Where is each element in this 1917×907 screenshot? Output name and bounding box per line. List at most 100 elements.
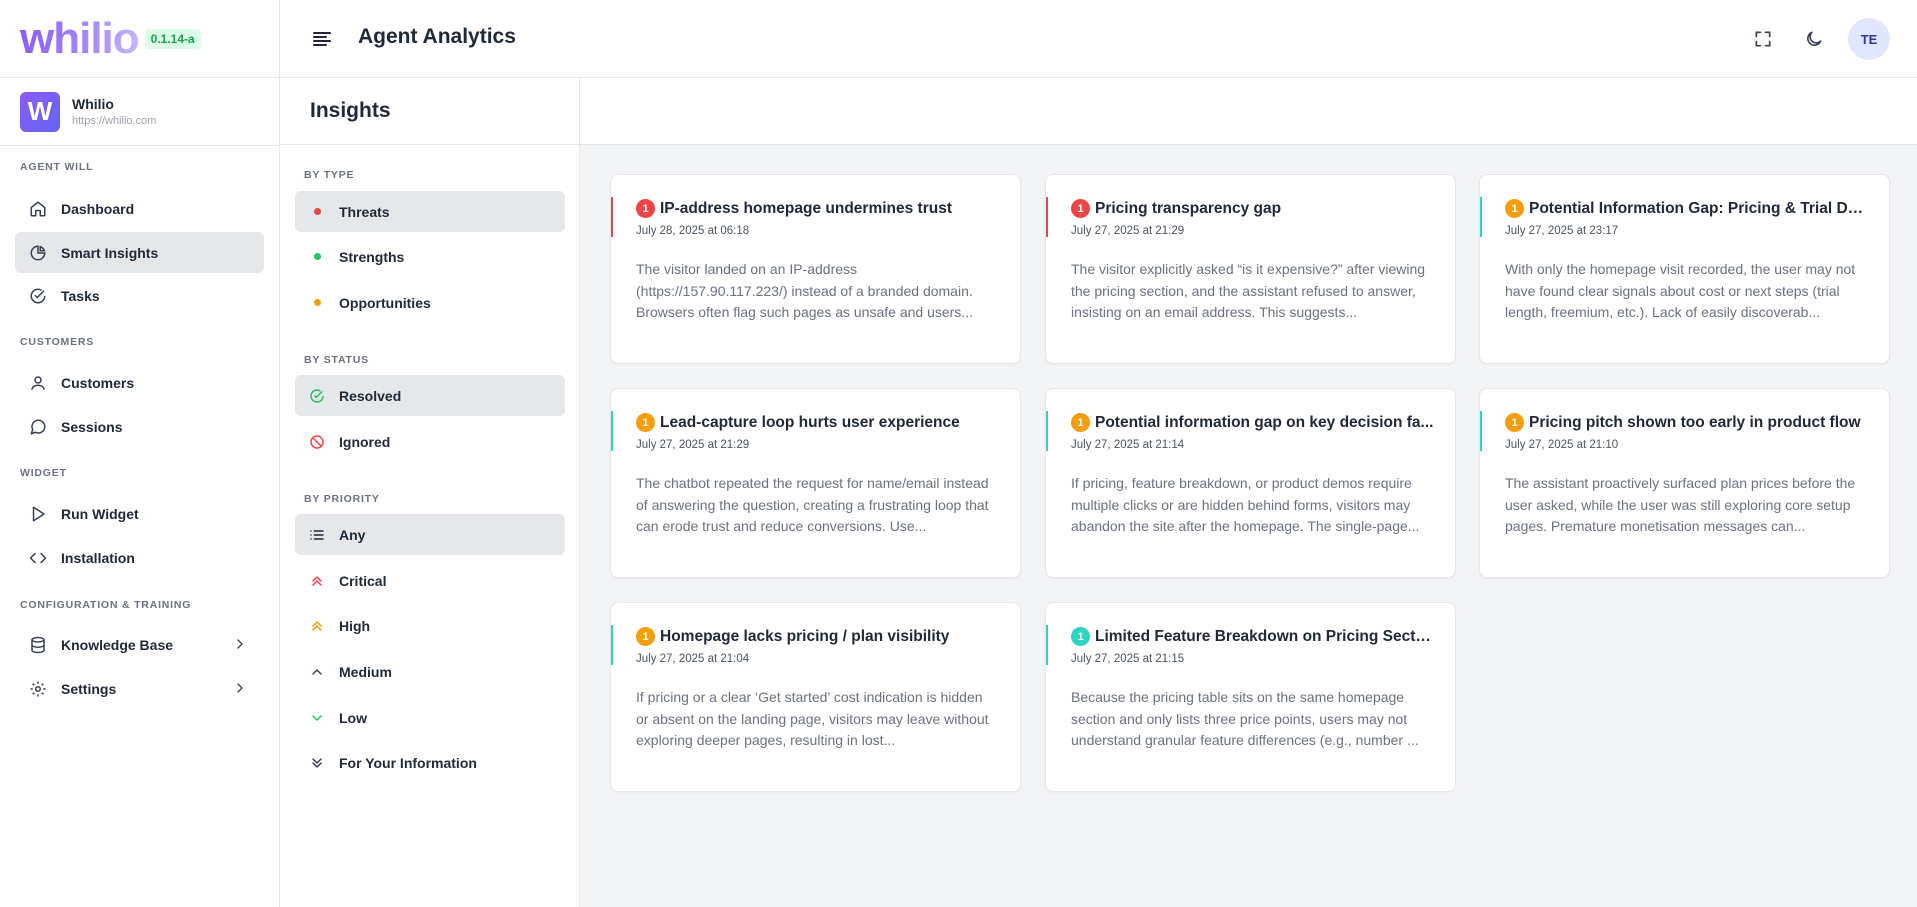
filter-type-threats[interactable]: Threats — [295, 191, 565, 232]
sidebar-item-label: Run Widget — [61, 505, 139, 522]
sidebar-item-label: Knowledge Base — [61, 636, 174, 653]
priority-badge: 1 — [636, 627, 655, 646]
filter-priority-medium[interactable]: Medium — [295, 651, 565, 692]
card-description: The visitor explicitly asked “is it expe… — [1071, 261, 1426, 320]
card-title: Pricing pitch shown too early in product… — [1529, 413, 1861, 431]
ban-icon — [309, 434, 325, 450]
insight-card[interactable]: 1 Potential Information Gap: Pricing & Tr… — [1479, 174, 1890, 364]
card-accent — [1480, 411, 1482, 451]
sidebar-item-run-widget[interactable]: Run Widget — [15, 493, 264, 534]
filter-label: Threats — [339, 203, 390, 220]
gear-icon — [29, 680, 47, 698]
filter-label: Ignored — [339, 433, 391, 450]
sidebar-item-settings[interactable]: Settings — [15, 668, 264, 709]
filter-label: Any — [339, 526, 366, 543]
card-date: July 27, 2025 at 21:15 — [1071, 653, 1185, 665]
filter-label: Medium — [339, 663, 392, 680]
insight-card[interactable]: 1 IP-address homepage undermines trust Ju… — [610, 174, 1021, 364]
card-description: The chatbot repeated the request for nam… — [636, 475, 989, 534]
filter-label: Low — [339, 709, 367, 726]
home-icon — [29, 200, 47, 218]
filter-priority-fyi[interactable]: For Your Information — [295, 742, 565, 783]
card-description: If pricing or a clear ‘Get started’ cost… — [636, 689, 989, 748]
card-date: July 27, 2025 at 21:29 — [636, 439, 750, 451]
chat-bubble-icon — [29, 418, 47, 436]
filter-type-strengths[interactable]: Strengths — [295, 236, 565, 277]
check-circle-icon — [309, 388, 325, 404]
filter-panel-title: Insights — [280, 78, 579, 145]
fullscreen-icon[interactable] — [1751, 27, 1775, 51]
sidebar-item-dashboard[interactable]: Dashboard — [15, 188, 264, 229]
pie-chart-icon — [29, 244, 47, 262]
filter-status-ignored[interactable]: Ignored — [295, 421, 565, 462]
insight-card[interactable]: 1 Pricing transparency gap July 27, 2025 … — [1045, 174, 1456, 364]
insight-card[interactable]: 1 Homepage lacks pricing / plan visibilit… — [610, 602, 1021, 792]
sidebar-item-label: Smart Insights — [61, 244, 159, 261]
insight-card[interactable]: 1 Limited Feature Breakdown on Pricing Se… — [1045, 602, 1456, 792]
database-icon — [29, 636, 47, 654]
card-date: July 27, 2025 at 21:10 — [1505, 439, 1619, 451]
card-title: Potential Information Gap: Pricing & Tri… — [1529, 199, 1869, 217]
filter-label: For Your Information — [339, 754, 477, 771]
filter-status-resolved[interactable]: Resolved — [295, 375, 565, 416]
filter-priority-critical[interactable]: Critical — [295, 560, 565, 601]
filter-priority-high[interactable]: High — [295, 605, 565, 646]
sidebar-item-label: Settings — [61, 680, 117, 697]
card-description: If pricing, feature breakdown, or produc… — [1071, 475, 1420, 534]
priority-badge: 1 — [636, 199, 655, 218]
logo-row: whilio 0.1.14-a — [0, 0, 279, 78]
card-date: July 28, 2025 at 06:18 — [636, 225, 750, 237]
nav-section-widget: WIDGET — [20, 467, 67, 479]
filter-label: High — [339, 617, 371, 634]
site-avatar: W — [20, 91, 60, 132]
sidebar-item-tasks[interactable]: Tasks — [15, 275, 264, 316]
brand-logo[interactable]: whilio — [20, 16, 140, 61]
filter-priority-any[interactable]: Any — [295, 514, 565, 555]
card-accent — [611, 411, 613, 451]
sidebar-item-customers[interactable]: Customers — [15, 362, 264, 403]
card-date: July 27, 2025 at 21:04 — [636, 653, 750, 665]
insight-card[interactable]: 1 Lead-capture loop hurts user experience… — [610, 388, 1021, 578]
double-chevron-up-icon — [309, 618, 325, 634]
filter-label: Critical — [339, 572, 387, 589]
double-chevron-down-icon — [309, 755, 325, 771]
sidebar-item-smart-insights[interactable]: Smart Insights — [15, 232, 264, 273]
filter-priority-low[interactable]: Low — [295, 697, 565, 738]
dark-mode-icon[interactable] — [1802, 27, 1826, 51]
filter-label: Resolved — [339, 387, 402, 404]
sidebar-item-installation[interactable]: Installation — [15, 537, 264, 578]
content-header — [580, 78, 1917, 145]
filter-section-by-status: BY STATUS — [304, 354, 369, 366]
card-title: IP-address homepage undermines trust — [660, 199, 952, 217]
priority-badge: 1 — [1071, 199, 1090, 218]
card-description: Because the pricing table sits on the sa… — [1071, 689, 1419, 748]
sidebar-item-knowledge-base[interactable]: Knowledge Base — [15, 624, 264, 665]
sidebar-item-label: Installation — [61, 549, 135, 566]
card-description: The visitor landed on an IP-address (htt… — [636, 261, 973, 320]
filter-type-opportunities[interactable]: Opportunities — [295, 282, 565, 323]
card-accent — [1046, 625, 1048, 665]
sidebar: whilio 0.1.14-a W Whilio https://whilio.… — [0, 0, 280, 907]
card-title: Limited Feature Breakdown on Pricing Sec… — [1095, 627, 1435, 645]
card-accent — [611, 625, 613, 665]
insight-card[interactable]: 1 Pricing pitch shown too early in produc… — [1479, 388, 1890, 578]
card-accent — [1046, 197, 1048, 237]
site-switcher[interactable]: W Whilio https://whilio.com — [0, 78, 279, 146]
filter-panel: Insights BY TYPE Threats Strengths Oppor… — [280, 78, 580, 907]
menu-toggle-icon[interactable] — [310, 27, 334, 51]
insight-card[interactable]: 1 Potential information gap on key decisi… — [1045, 388, 1456, 578]
sidebar-item-sessions[interactable]: Sessions — [15, 406, 264, 447]
nav-section-customers: CUSTOMERS — [20, 336, 95, 348]
card-date: July 27, 2025 at 21:14 — [1071, 439, 1185, 451]
card-title: Homepage lacks pricing / plan visibility — [660, 627, 950, 645]
red-dot-icon — [309, 204, 325, 220]
nav-section-configuration: CONFIGURATION & TRAINING — [20, 599, 192, 611]
site-url: https://whilio.com — [72, 115, 157, 127]
card-date: July 27, 2025 at 21:29 — [1071, 225, 1185, 237]
nav-section-agent-will: AGENT WILL — [20, 161, 94, 173]
card-title: Lead-capture loop hurts user experience — [660, 413, 960, 431]
card-date: July 27, 2025 at 23:17 — [1505, 225, 1619, 237]
user-avatar[interactable]: TE — [1848, 18, 1890, 60]
double-chevron-up-icon — [309, 573, 325, 589]
page-title: Agent Analytics — [358, 25, 516, 48]
